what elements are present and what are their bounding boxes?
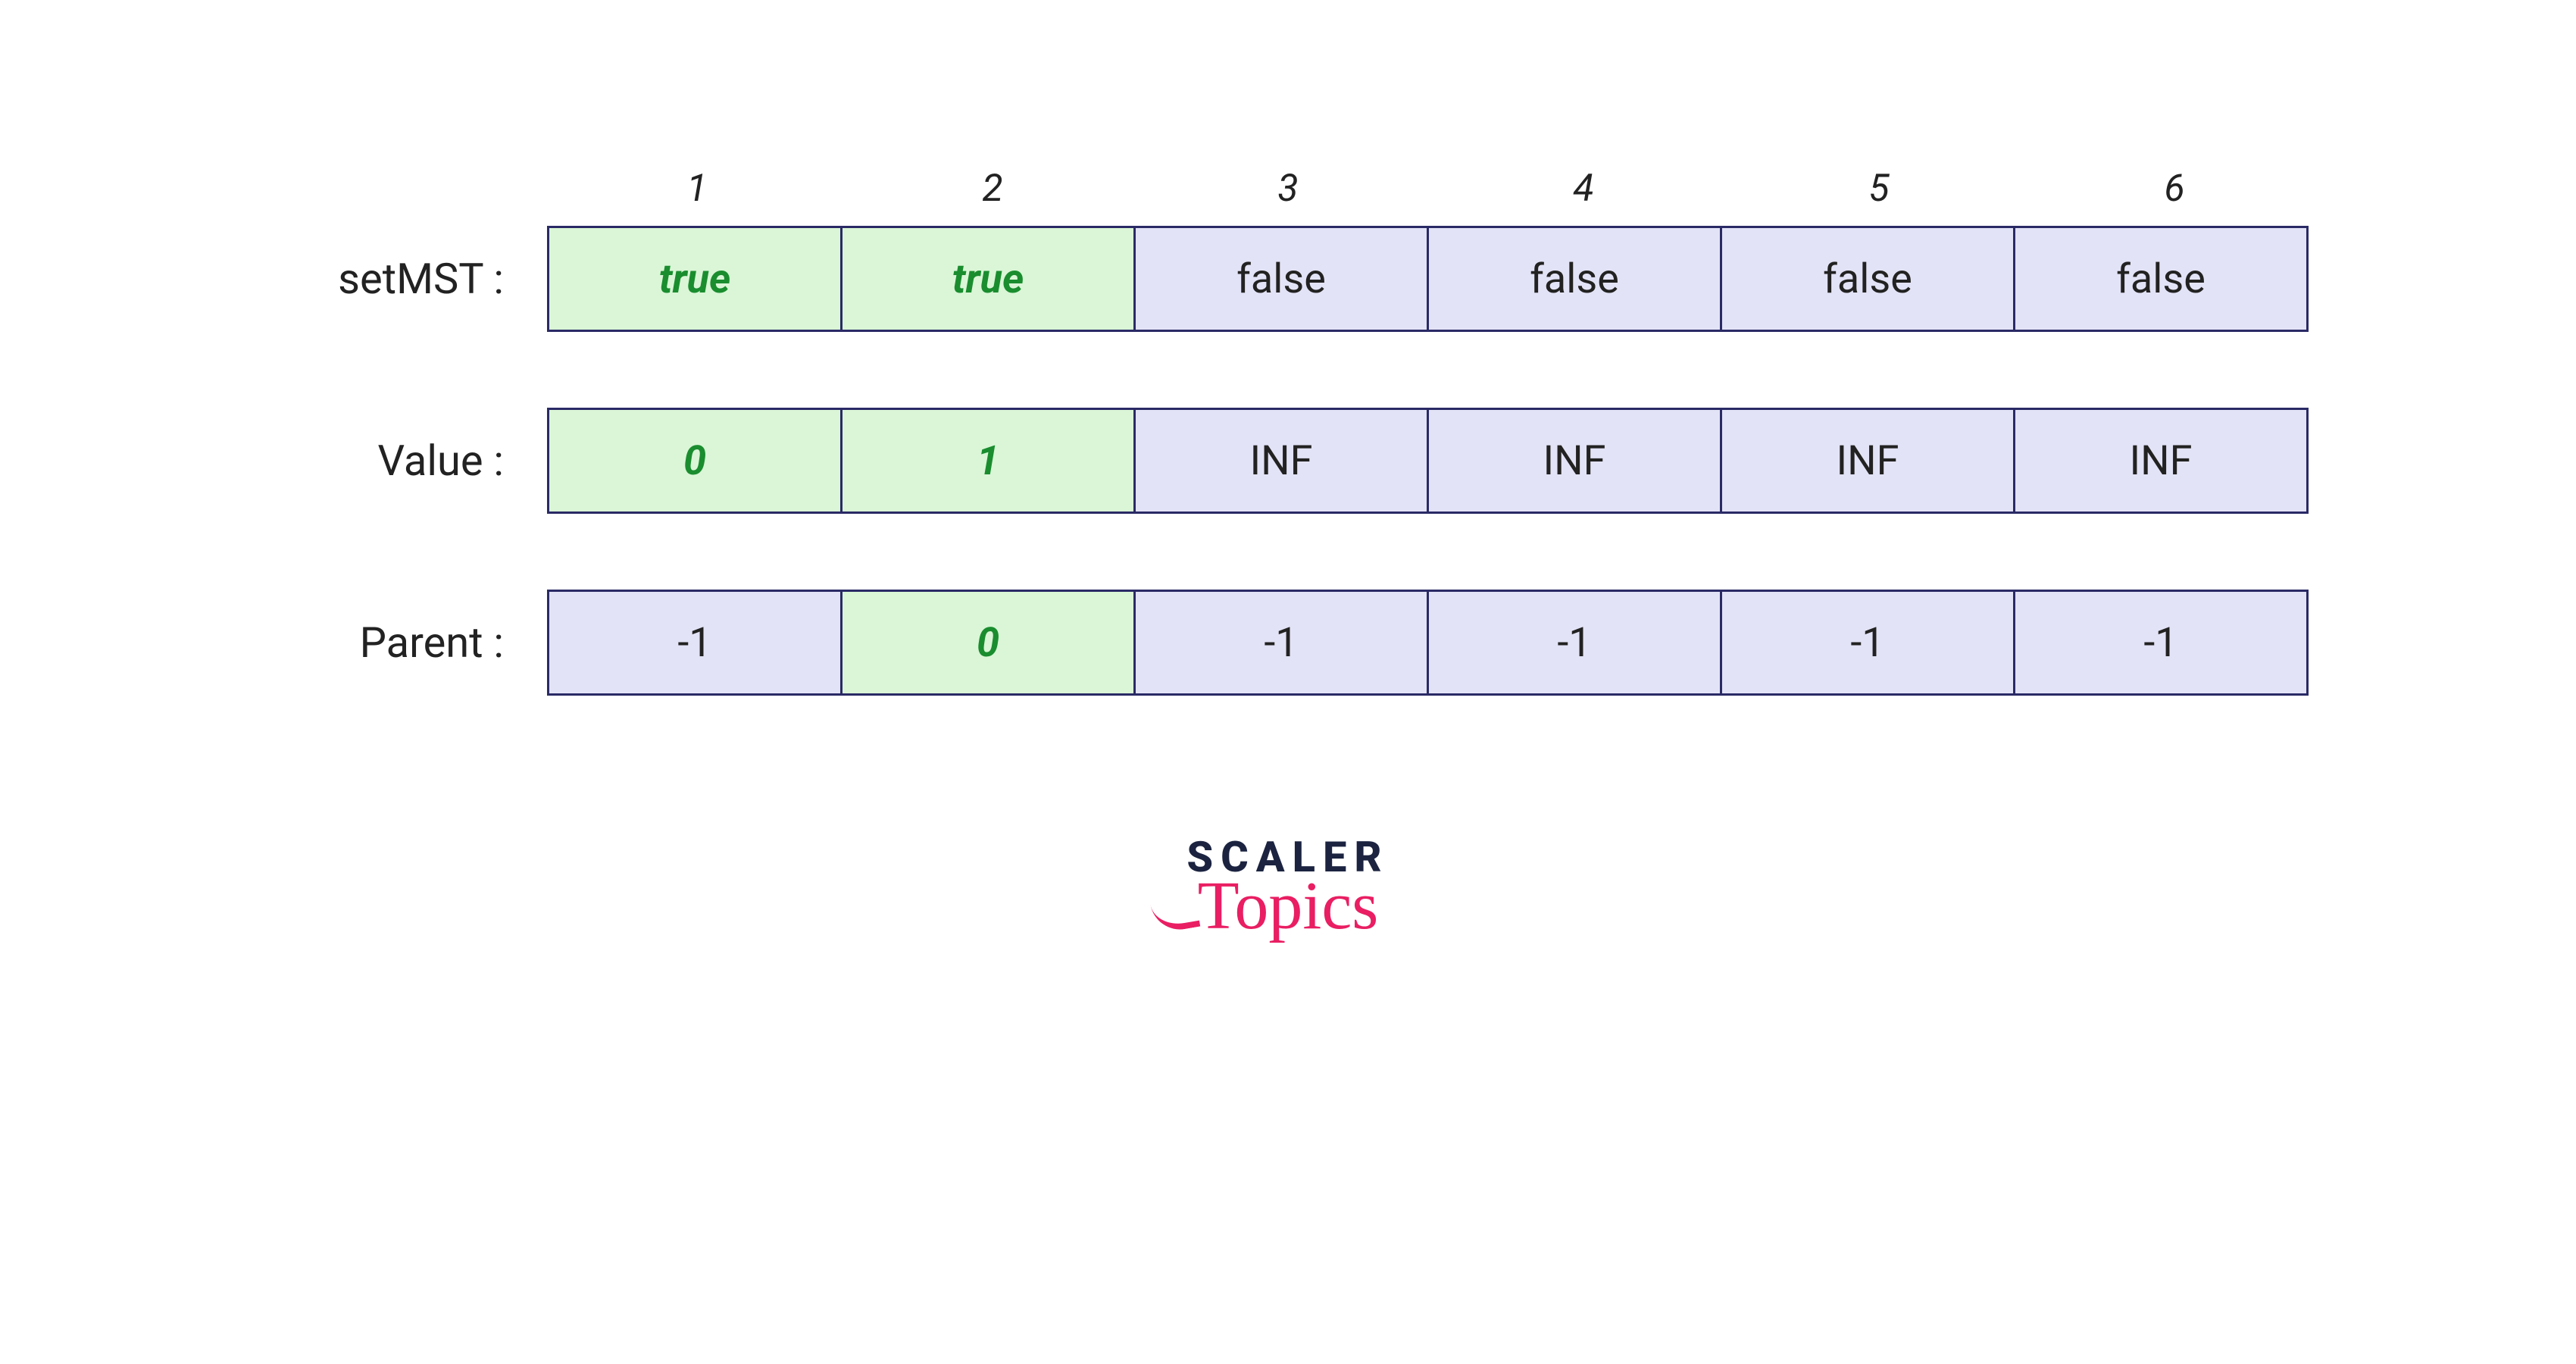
setmst-cell: false (2013, 226, 2309, 332)
parent-cell: -1 (1133, 590, 1429, 696)
index-cell: 3 (1140, 167, 1436, 226)
setmst-cell: true (840, 226, 1136, 332)
value-cell: INF (2013, 408, 2309, 514)
parent-row: Parent : -1 0 -1 -1 -1 -1 (254, 590, 2322, 696)
parent-row-group: Parent : -1 0 -1 -1 -1 -1 (254, 590, 2322, 696)
setmst-cell: false (1720, 226, 2015, 332)
row-label-parent: Parent : (254, 590, 549, 696)
setmst-row: setMST : true true false false false fal… (254, 226, 2322, 332)
value-cell: 0 (547, 408, 843, 514)
setmst-cell: false (1133, 226, 1429, 332)
value-row: Value : 0 1 INF INF INF INF (254, 408, 2322, 514)
parent-cell: -1 (1427, 590, 1722, 696)
scaler-topics-logo: SCALER Topics (1186, 832, 1389, 945)
value-row-group: Value : 0 1 INF INF INF INF (254, 408, 2322, 514)
index-cell: 1 (549, 167, 845, 226)
value-cell: 1 (840, 408, 1136, 514)
setmst-cell: false (1427, 226, 1722, 332)
logo-topics-text: Topics (1198, 867, 1379, 945)
value-cell: INF (1427, 408, 1722, 514)
index-cell: 4 (1436, 167, 1731, 226)
parent-cell: -1 (547, 590, 843, 696)
array-table: 1 2 3 4 5 6 setMST : true true false fal… (254, 167, 2322, 696)
index-cell: 5 (1731, 167, 2027, 226)
row-label-setmst: setMST : (254, 226, 549, 332)
index-row-group: 1 2 3 4 5 6 setMST : true true false fal… (254, 167, 2322, 332)
parent-cell: -1 (2013, 590, 2309, 696)
value-cell: INF (1133, 408, 1429, 514)
index-row: 1 2 3 4 5 6 (254, 167, 2322, 226)
parent-cell: -1 (1720, 590, 2015, 696)
setmst-cell: true (547, 226, 843, 332)
value-cell: INF (1720, 408, 2015, 514)
index-cell: 6 (2027, 167, 2322, 226)
row-label-value: Value : (254, 408, 549, 514)
index-cell: 2 (845, 167, 1140, 226)
parent-cell: 0 (840, 590, 1136, 696)
